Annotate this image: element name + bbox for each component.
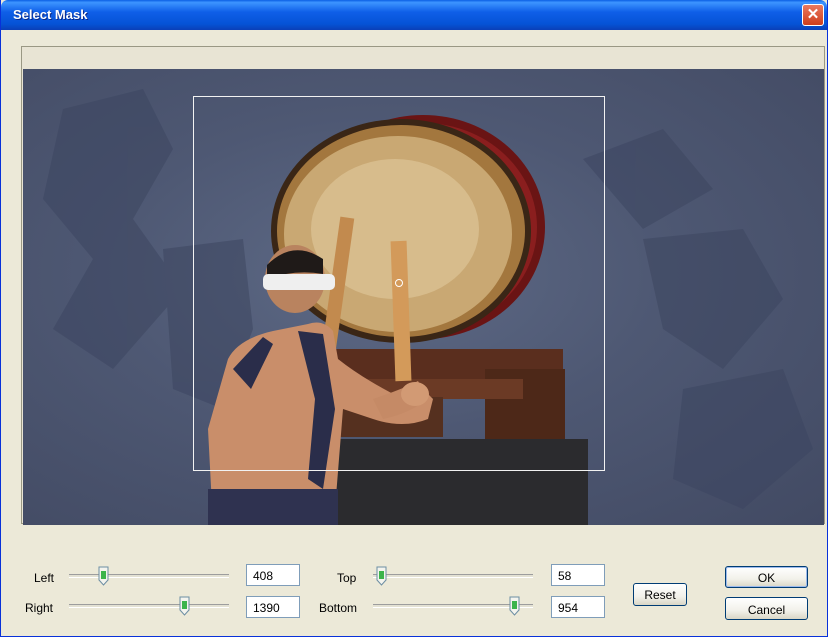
bottom-value-field[interactable]: 954 (551, 596, 605, 618)
close-icon: ✕ (806, 6, 820, 23)
right-slider-thumb[interactable] (179, 596, 190, 616)
top-slider-thumb[interactable] (376, 566, 387, 586)
bottom-label: Bottom (319, 601, 358, 615)
cancel-button[interactable]: Cancel (725, 597, 808, 620)
left-label: Left (34, 571, 55, 585)
window-title: Select Mask (13, 7, 88, 22)
close-button[interactable]: ✕ (802, 4, 824, 26)
left-slider-track[interactable] (69, 574, 229, 578)
right-value-field[interactable]: 1390 (246, 596, 300, 618)
left-value-field[interactable]: 408 (246, 564, 300, 586)
bottom-slider-thumb[interactable] (509, 596, 520, 616)
top-label: Top (337, 571, 357, 585)
top-slider-track[interactable] (373, 574, 533, 578)
preview-image[interactable] (23, 69, 824, 525)
select-mask-dialog: Select Mask ✕ Left 408 Right 1390 Top 58… (0, 0, 828, 637)
right-slider-track[interactable] (69, 604, 229, 608)
reset-button[interactable]: Reset (633, 583, 687, 606)
left-slider-thumb[interactable] (98, 566, 109, 586)
top-value-field[interactable]: 58 (551, 564, 605, 586)
title-bar[interactable]: Select Mask ✕ (1, 0, 827, 30)
right-label: Right (25, 601, 54, 615)
mask-center-handle[interactable] (395, 279, 403, 287)
preview-frame (21, 46, 825, 525)
ok-button[interactable]: OK (725, 566, 808, 588)
